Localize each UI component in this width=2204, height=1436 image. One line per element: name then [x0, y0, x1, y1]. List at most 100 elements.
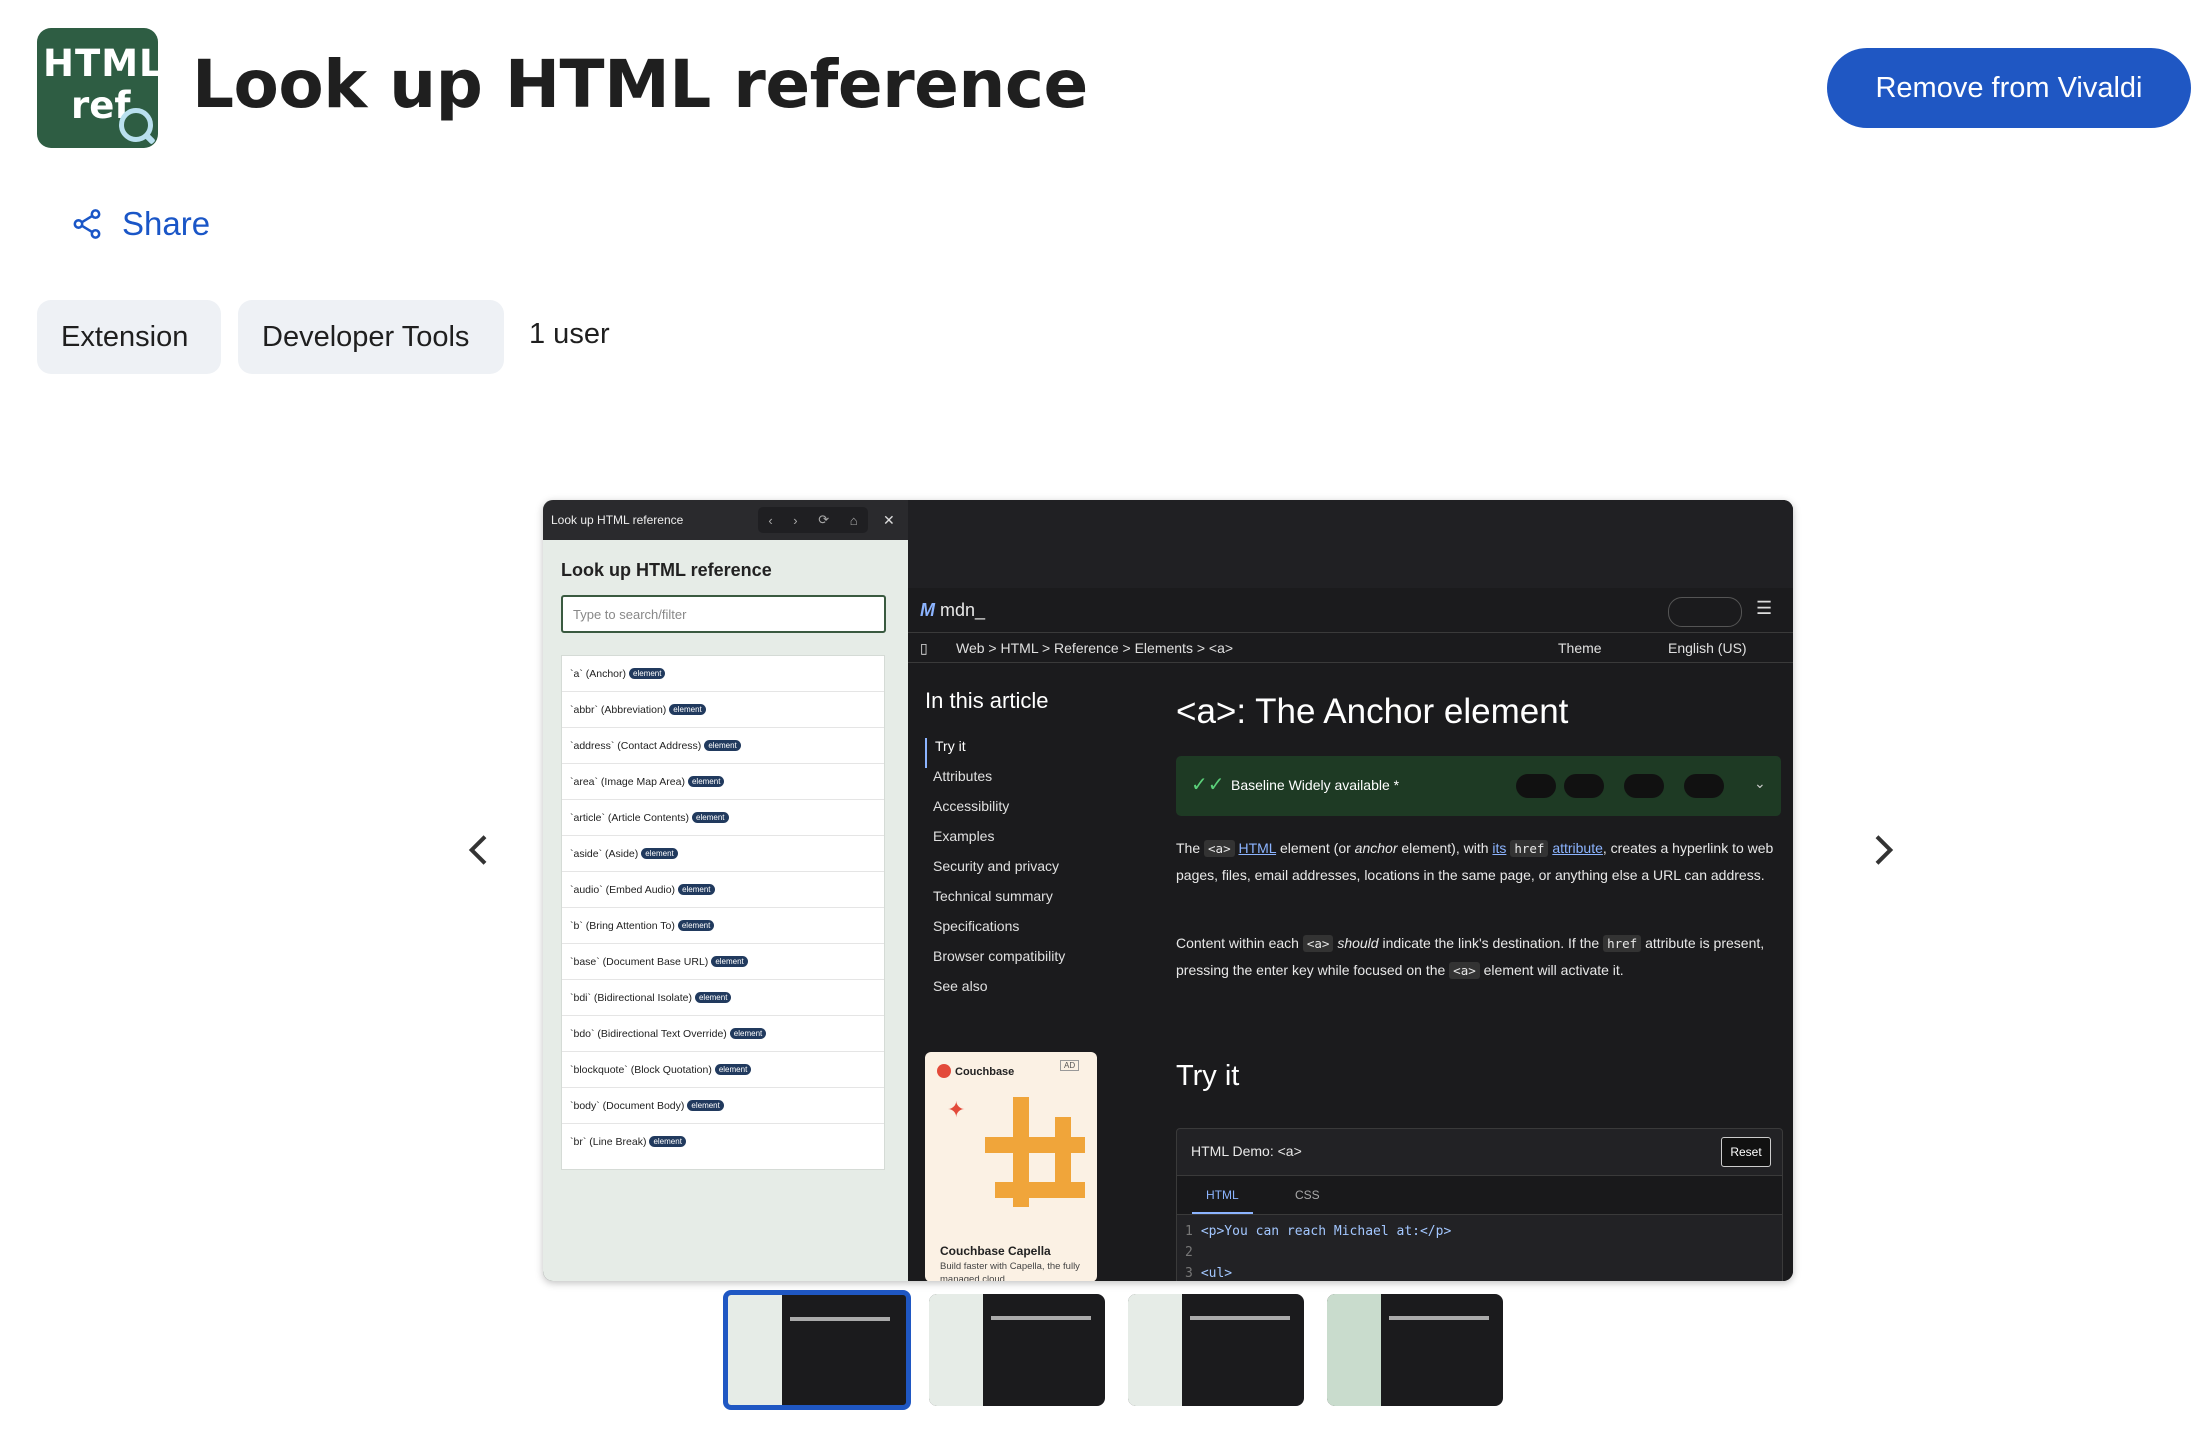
share-button[interactable]: Share [70, 205, 210, 243]
ad-brand: Couchbase [955, 1066, 1015, 1078]
back-icon: ‹ [768, 512, 773, 528]
thumbnail-sidebar [728, 1295, 782, 1405]
chevron-down-icon: ⌄ [1754, 775, 1766, 791]
user-count: 1 user [529, 318, 610, 350]
sparkle-icon: ✦ [947, 1097, 966, 1122]
html-demo-panel: HTML Demo: <a> Reset HTML CSS 1 <p>You ca… [1176, 1128, 1783, 1281]
chip-extension[interactable]: Extension [37, 300, 221, 374]
breadcrumb-path: Web > HTML > Reference > Elements > <a> [956, 640, 1234, 656]
ad-title: Couchbase Capella [940, 1244, 1051, 1258]
popup-titlebar: Look up HTML reference ‹ › ⟳ ⌂ ✕ [543, 500, 908, 540]
thumbnail-sidebar [929, 1294, 983, 1406]
toc-item: Try it [925, 738, 1105, 768]
tab-css: CSS [1295, 1188, 1320, 1202]
checkmark-icon: ✓✓ [1191, 774, 1225, 796]
thumbnail-2[interactable] [929, 1294, 1105, 1406]
thumbnail-sidebar [1128, 1294, 1182, 1406]
thumbnail-heading [790, 1317, 890, 1321]
forward-icon: › [793, 512, 798, 528]
screenshot-preview: Look up HTML reference ‹ › ⟳ ⌂ ✕ Look up… [543, 500, 1793, 1281]
close-icon: ✕ [883, 512, 895, 528]
toc-heading: In this article [925, 688, 1049, 713]
toc-list: Try it Attributes Accessibility Examples… [925, 738, 1105, 1008]
toc-item: Accessibility [933, 798, 1010, 814]
home-icon: ⌂ [849, 512, 858, 528]
mdn-header: M mdn_ ☰ [908, 588, 1793, 633]
list-item: `article` (Article Contents) element [562, 800, 884, 836]
safari-icon [1684, 774, 1724, 798]
element-list: `a` (Anchor) element `abbr` (Abbreviation… [561, 655, 885, 1170]
magnifier-handle [144, 133, 156, 145]
couchbase-logo-icon [937, 1064, 951, 1078]
list-item: `bdi` (Bidirectional Isolate) element [562, 980, 884, 1016]
list-item: `aside` (Aside) element [562, 836, 884, 872]
language-label: English (US) [1668, 640, 1747, 656]
thumbnail-4[interactable] [1327, 1294, 1503, 1406]
thumbnail-heading [991, 1316, 1091, 1320]
ad-card: Couchbase AD ✦ Couchbase Capella Build f… [925, 1052, 1097, 1281]
code-editor: 1 <p>You can reach Michael at:</p> 2 3 <ul… [1185, 1224, 1452, 1281]
share-icon [73, 209, 101, 239]
page-title: Look up HTML reference [192, 46, 1088, 123]
baseline-text: Baseline Widely available * [1231, 777, 1400, 793]
tab-html: HTML [1192, 1188, 1253, 1214]
ad-subtitle: Build faster with Capella, the fully man… [940, 1261, 1080, 1281]
list-item: `a` (Anchor) element [562, 656, 884, 692]
edge-icon [1564, 774, 1604, 798]
extension-popup: Look up HTML reference ‹ › ⟳ ⌂ ✕ Look up… [543, 500, 908, 1281]
share-label: Share [122, 205, 211, 242]
intro-paragraph: The <a> HTML element (or anchor element)… [1176, 840, 1774, 883]
toc-item: Security and privacy [933, 858, 1060, 874]
toc-item: Examples [933, 828, 995, 844]
reset-button: Reset [1721, 1137, 1771, 1167]
list-item: `area` (Image Map Area) element [562, 764, 884, 800]
list-item: `base` (Document Base URL) element [562, 944, 884, 980]
baseline-banner: ✓✓ Baseline Widely available * ⌄ [1176, 756, 1781, 816]
thumbnail-heading [1389, 1316, 1489, 1320]
toc-item: Browser compatibility [933, 948, 1066, 964]
mdn-page: M mdn_ ☰ ▯ Web > HTML > Reference > Elem… [908, 500, 1793, 1281]
demo-title: HTML Demo: <a> [1191, 1143, 1302, 1159]
logo-text-html: HTML [43, 42, 164, 85]
reload-icon: ⟳ [818, 512, 830, 527]
popup-window-title: Look up HTML reference [551, 513, 684, 527]
sidebar-toggle-icon: ▯ [920, 640, 928, 656]
ad-label: AD [1060, 1060, 1080, 1071]
popup-nav-controls: ‹ › ⟳ ⌂ [758, 507, 868, 533]
chip-developer-tools[interactable]: Developer Tools [238, 300, 504, 374]
previous-arrow-icon[interactable] [460, 830, 500, 870]
list-item: `br` (Line Break) element [562, 1124, 884, 1159]
thumbnail-heading [1190, 1316, 1290, 1320]
mdn-search-icon [1668, 597, 1742, 627]
article-title: <a>: The Anchor element [1176, 692, 1569, 731]
theme-label: Theme [1558, 640, 1602, 656]
mdn-logo: M mdn_ [920, 600, 986, 620]
thumbnail-3[interactable] [1128, 1294, 1304, 1406]
content-paragraph: Content within each <a> should indicate … [1176, 935, 1765, 979]
thumbnail-1[interactable] [723, 1290, 911, 1410]
thumbnail-sidebar [1327, 1294, 1381, 1406]
chrome-icon [1516, 774, 1556, 798]
toc-item: Technical summary [933, 888, 1053, 904]
browser-top-area [908, 500, 1793, 588]
popup-search-input: Type to search/filter [561, 595, 886, 633]
list-item: `body` (Document Body) element [562, 1088, 884, 1124]
list-item: `blockquote` (Block Quotation) element [562, 1052, 884, 1088]
toc-item: Specifications [933, 918, 1020, 934]
list-item: `b` (Bring Attention To) element [562, 908, 884, 944]
try-it-heading: Try it [1176, 1060, 1240, 1092]
popup-heading: Look up HTML reference [561, 560, 772, 580]
list-item: `bdo` (Bidirectional Text Override) eleme… [562, 1016, 884, 1052]
firefox-icon [1624, 774, 1664, 798]
toc-item: See also [933, 978, 988, 994]
toc-item: Attributes [933, 768, 993, 784]
next-arrow-icon[interactable] [1862, 830, 1902, 870]
extension-logo: HTML ref [37, 28, 163, 148]
demo-tabs: HTML CSS [1177, 1175, 1782, 1215]
breadcrumb: ▯ Web > HTML > Reference > Elements > <a… [908, 632, 1793, 663]
list-item: `audio` (Embed Audio) element [562, 872, 884, 908]
menu-icon: ☰ [1756, 598, 1773, 618]
ad-graphic [985, 1097, 1085, 1217]
remove-from-vivaldi-button[interactable]: Remove from Vivaldi [1827, 48, 2191, 128]
list-item: `abbr` (Abbreviation) element [562, 692, 884, 728]
